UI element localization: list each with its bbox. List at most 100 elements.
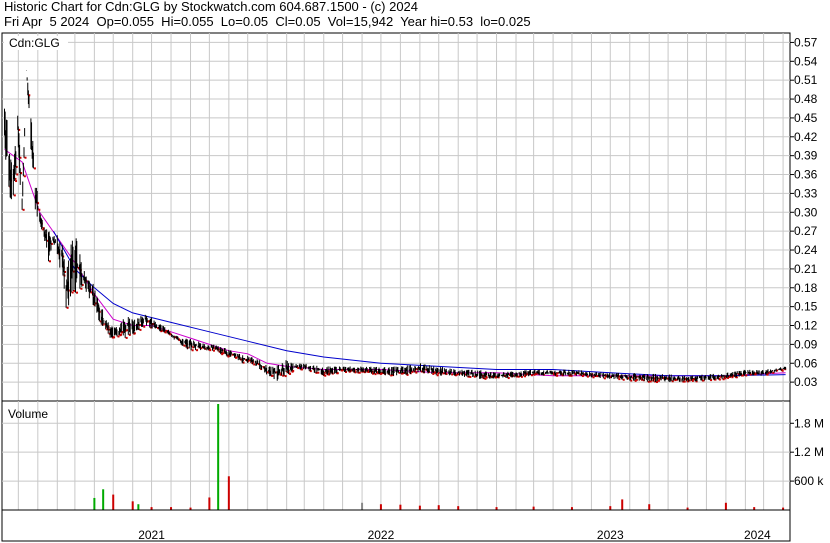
volume-axis-ticks: 600 k 1.2 M 1.8 M: [790, 416, 824, 488]
close-marker: [235, 356, 238, 359]
close-marker: [415, 371, 418, 374]
x-axis-label: 2021: [138, 528, 165, 542]
close-marker: [374, 373, 377, 376]
price-tick-label: 0.21: [794, 262, 818, 276]
price-tick-label: 0.45: [794, 111, 818, 125]
x-axis-label: 2022: [368, 528, 395, 542]
close-marker: [317, 371, 320, 374]
close-marker: [469, 375, 472, 378]
price-axis-ticks: 0.03 0.06 0.09 0.12 0.15 0.18 0.21 0.24 0.27 0.30…: [790, 35, 818, 389]
close-marker: [125, 336, 128, 339]
volume-bar: [361, 502, 364, 510]
volume-bar: [399, 504, 402, 510]
volume-tick-label: 600 k: [794, 474, 824, 488]
volume-bar: [609, 506, 612, 510]
volume-panel-title: Volume: [8, 407, 48, 421]
price-tick-label: 0.09: [794, 337, 818, 351]
close-marker: [592, 376, 595, 379]
close-marker: [556, 374, 559, 377]
close-marker: [38, 208, 41, 211]
price-tick-label: 0.33: [794, 186, 818, 200]
price-tick-label: 0.48: [794, 92, 818, 106]
price-tick-label: 0.27: [794, 224, 818, 238]
close-marker: [113, 336, 116, 339]
price-tick-label: 0.57: [794, 35, 818, 49]
close-marker: [766, 373, 769, 376]
close-marker: [139, 328, 142, 331]
price-tick-label: 0.06: [794, 356, 818, 370]
price-tick-label: 0.03: [794, 375, 818, 389]
close-marker: [16, 173, 19, 176]
volume-bar: [227, 476, 230, 510]
close-marker: [722, 378, 725, 381]
volume-bar: [532, 506, 535, 510]
close-marker: [117, 335, 120, 338]
close-marker: [23, 175, 26, 178]
close-marker: [183, 344, 186, 347]
close-marker: [436, 374, 439, 377]
close-marker: [691, 379, 694, 382]
volume-bar: [112, 494, 115, 510]
price-panel-title: Cdn:GLG: [9, 36, 60, 50]
close-marker: [76, 291, 79, 294]
close-marker: [71, 291, 74, 294]
close-marker: [603, 377, 606, 380]
close-marker: [451, 373, 454, 376]
volume-bar: [379, 504, 382, 510]
close-marker: [656, 381, 659, 384]
volume-bar: [208, 497, 211, 510]
x-axis-label: 2023: [597, 528, 624, 542]
x-axis-label: 2024: [744, 528, 771, 542]
close-marker: [284, 375, 287, 378]
price-tick-label: 0.54: [794, 54, 818, 68]
close-marker: [24, 156, 27, 159]
volume-bar: [418, 505, 421, 510]
close-marker: [22, 208, 25, 211]
volume-bar: [137, 504, 140, 510]
close-marker: [213, 349, 216, 352]
close-marker: [683, 380, 686, 383]
close-marker: [271, 374, 274, 377]
volume-bar: [131, 501, 134, 510]
price-panel-frame: [1, 32, 791, 402]
close-marker: [485, 376, 488, 379]
volume-bar: [457, 506, 460, 510]
close-marker: [143, 325, 146, 328]
close-marker: [718, 378, 721, 381]
close-marker: [49, 260, 52, 263]
close-marker: [120, 333, 123, 336]
x-axis-band: [1, 509, 791, 542]
close-marker: [324, 374, 327, 377]
close-marker: [297, 367, 300, 370]
price-tick-label: 0.51: [794, 73, 818, 87]
close-marker: [622, 378, 625, 381]
volume-tick-label: 1.2 M: [794, 445, 824, 459]
volume-bar: [102, 489, 105, 510]
price-tick-label: 0.42: [794, 130, 818, 144]
close-marker: [80, 287, 83, 290]
close-marker: [618, 378, 621, 381]
price-tick-label: 0.30: [794, 205, 818, 219]
volume-tick-label: 1.8 M: [794, 416, 824, 430]
close-marker: [227, 355, 230, 358]
volume-bar: [621, 499, 624, 510]
close-marker: [289, 372, 292, 375]
close-marker: [586, 375, 589, 378]
close-marker: [15, 180, 18, 183]
close-marker: [745, 374, 748, 377]
close-marker: [358, 371, 361, 374]
price-tick-label: 0.15: [794, 300, 818, 314]
volume-panel-frame: [1, 400, 791, 511]
close-marker: [710, 379, 713, 382]
volume-bar: [724, 502, 727, 510]
close-marker: [196, 349, 199, 352]
price-and-volume-chart: 0.03 0.06 0.09 0.12 0.15 0.18 0.21 0.24 0.27 0.30…: [1, 32, 824, 542]
close-marker: [781, 369, 784, 372]
price-tick-label: 0.12: [794, 319, 818, 333]
price-tick-label: 0.24: [794, 243, 818, 257]
close-marker: [507, 377, 510, 380]
price-tick-label: 0.39: [794, 149, 818, 163]
volume-bar: [217, 404, 220, 510]
close-marker: [13, 194, 16, 197]
volume-bar: [648, 504, 651, 510]
